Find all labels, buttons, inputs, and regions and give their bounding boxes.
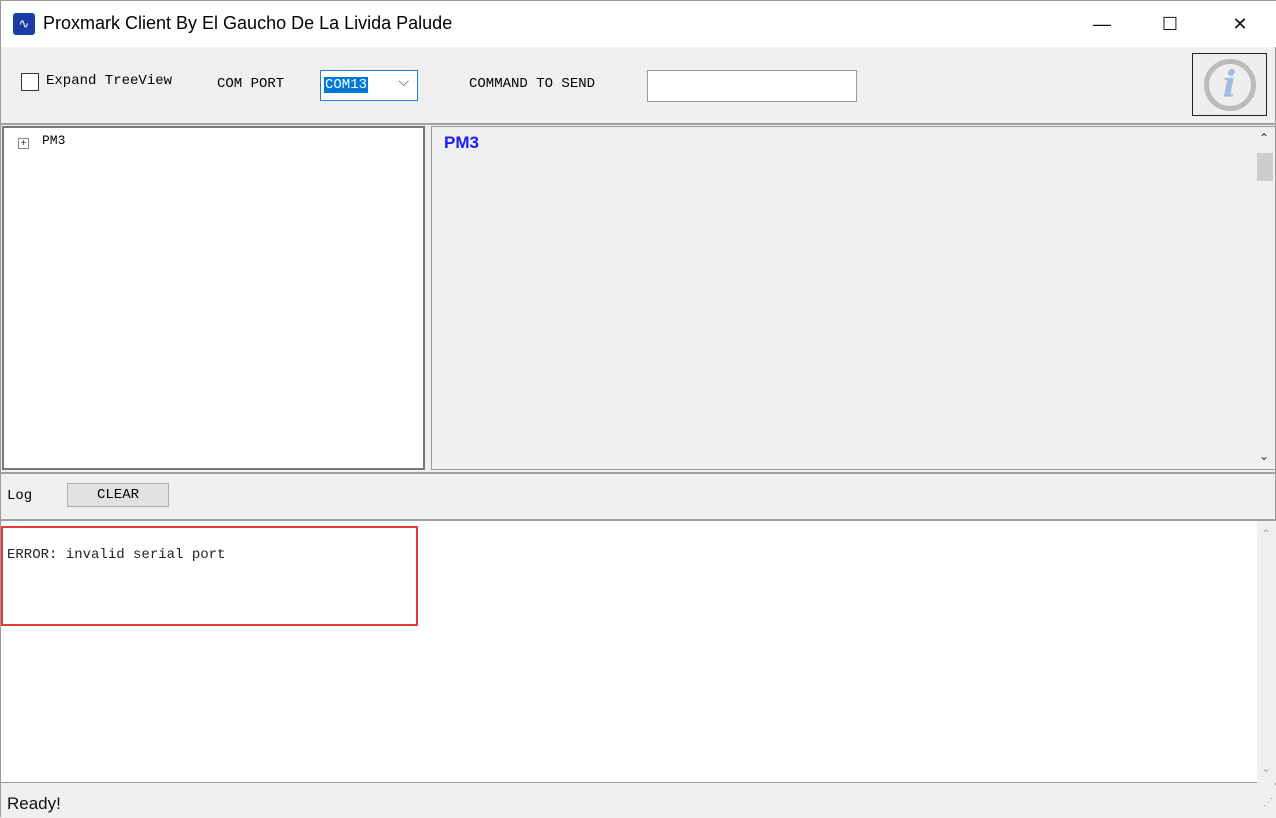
command-input[interactable] — [647, 70, 857, 102]
tree-view[interactable]: + PM3 — [2, 126, 425, 470]
expand-plus-icon[interactable]: + — [18, 138, 29, 149]
status-text: Ready! — [7, 794, 61, 813]
command-label: COMMAND TO SEND — [469, 76, 596, 92]
output-panel: PM3 ⌃ ⌄ — [431, 126, 1276, 470]
tree-node-pm3[interactable]: PM3 — [42, 133, 65, 148]
status-bar: Ready! ⋰ — [1, 785, 1276, 818]
chevron-down-icon: ⌵ — [398, 75, 409, 91]
title-bar: ∿ Proxmark Client By El Gaucho De La Liv… — [1, 1, 1276, 47]
divider — [1, 123, 1276, 125]
log-textarea[interactable]: ERROR: invalid serial port ⌃ ⌄ — [1, 519, 1276, 783]
info-button[interactable]: i — [1192, 53, 1267, 116]
com-port-label: COM PORT — [217, 76, 285, 92]
scroll-down-icon[interactable]: ⌄ — [1261, 761, 1271, 775]
minimize-button[interactable]: — — [1079, 9, 1125, 39]
com-port-value: COM13 — [324, 77, 369, 93]
scroll-up-icon[interactable]: ⌃ — [1261, 527, 1271, 541]
scroll-down-icon[interactable]: ⌄ — [1259, 449, 1269, 463]
close-button[interactable]: ✕ — [1217, 9, 1263, 39]
error-highlight-box — [1, 526, 418, 626]
scroll-thumb[interactable] — [1257, 153, 1273, 181]
scroll-up-icon[interactable]: ⌃ — [1259, 131, 1269, 145]
maximize-button[interactable]: ☐ — [1147, 9, 1193, 39]
clear-button[interactable]: CLEAR — [67, 483, 169, 507]
expand-treeview-label: Expand TreeView — [46, 73, 173, 89]
expand-treeview-checkbox[interactable] — [21, 73, 39, 91]
info-icon: i — [1203, 58, 1256, 111]
app-icon: ∿ — [13, 13, 35, 35]
com-port-select[interactable]: COM13 ⌵ — [320, 70, 418, 101]
window-title: Proxmark Client By El Gaucho De La Livid… — [43, 13, 453, 33]
output-scrollbar[interactable]: ⌃ ⌄ — [1255, 127, 1275, 469]
divider — [1, 472, 1276, 474]
log-scrollbar[interactable]: ⌃ ⌄ — [1257, 521, 1276, 783]
output-heading: PM3 — [444, 133, 479, 152]
resize-grip-icon[interactable]: ⋰ — [1263, 797, 1273, 808]
log-label: Log — [7, 488, 33, 504]
